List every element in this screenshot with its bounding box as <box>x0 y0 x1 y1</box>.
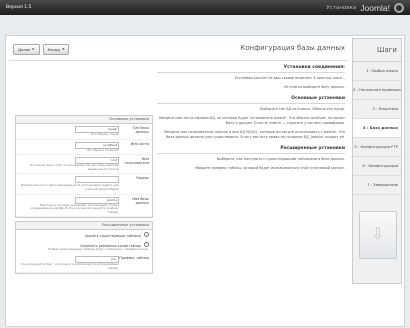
user-label: Имя пользователя <box>124 157 149 166</box>
nav-buttons: Далее ▸ Назад ◂ <box>13 44 70 55</box>
top-bar: Версия 1.5 Установка Joomla! <box>0 0 410 15</box>
advanced-settings-panel: Расширенные установки Удалить существующ… <box>15 221 153 275</box>
installer-page: Шаги 1 : Выбор языка 2 : Начальная прове… <box>5 35 405 327</box>
prefix-note: Не используйте 'bak_', поскольку он испо… <box>21 261 119 270</box>
password-note: Для безопасности сайта рекомендуется исп… <box>20 183 119 191</box>
drop-tables-option[interactable]: Удалить существующие таблицы <box>16 230 152 240</box>
settings-form: Основные установки mysql Это обычно 'mys… <box>15 115 153 277</box>
advanced-panel-title: Расширенные установки <box>16 222 152 231</box>
user-row: root Это может быть 'root' по умолчанию … <box>16 155 152 175</box>
version-label: Версия 1.5 <box>6 5 32 10</box>
password-label: Пароль <box>135 176 149 181</box>
host-note: Это обычно 'localhost' <box>86 147 119 152</box>
basic-text-1: Выберите тип БД из списка. Обычно это my… <box>260 107 345 111</box>
password-input[interactable] <box>75 176 119 184</box>
prev-label: Назад <box>47 47 60 52</box>
basic-settings-panel: Основные установки mysql Это обычно 'mys… <box>15 115 153 219</box>
db-type-note: Это обычно 'mysql' <box>91 132 119 136</box>
connection-text: Установка Joomla! на ваш сервер включает… <box>234 76 345 80</box>
step-configuration: 6 : Конфигурация <box>353 157 401 176</box>
dbname-label: Имя базы данных <box>132 196 149 205</box>
advanced-text-2: Введите префикс таблиц, который будет ис… <box>195 166 345 170</box>
step-license: 3 : Лицензия <box>353 100 401 119</box>
joomla-logo-icon <box>394 2 404 13</box>
content-header: Далее ▸ Назад ◂ Конфигурация базы данных <box>9 38 349 61</box>
dbname-row: joomla Некоторые хостеры разрешают испол… <box>16 195 152 218</box>
db-type-label: Тип базы данных <box>132 126 149 134</box>
step-database: 4 : База данных <box>353 119 401 138</box>
next-button[interactable]: Далее ▸ <box>13 44 40 55</box>
basic-panel-title: Основные установки <box>16 116 152 124</box>
db-type-row: mysql Это обычно 'mysql' Тип базы данных <box>16 124 152 140</box>
prefix-label: Префикс таблиц <box>119 255 149 260</box>
page-title: Конфигурация базы данных <box>240 44 345 52</box>
connection-title: Установки соединения: <box>157 65 345 73</box>
step-finish: 7 : Завершение <box>353 176 401 195</box>
host-label: Имя хоста <box>130 141 149 146</box>
main-content: Далее ▸ Назад ◂ Конфигурация базы данных… <box>9 38 349 324</box>
step-precheck: 2 : Начальная проверка <box>353 81 401 100</box>
step-language: 1 : Выбор языка <box>353 62 401 81</box>
connection-text-2: Из списка выберите базу данных. <box>284 85 345 89</box>
advanced-settings-title: Расширенные установки <box>157 146 345 154</box>
advanced-text-1: Выберите, как поступить с существующими … <box>216 157 345 161</box>
basic-text-2: Введите имя хоста сервера БД, на котором… <box>159 116 345 125</box>
joomla-logo: Установка Joomla! <box>326 2 404 13</box>
drop-tables-radio[interactable] <box>144 232 149 238</box>
backup-tables-option[interactable]: Сохранить резервные копии таблиц Любые с… <box>16 240 152 254</box>
backup-note: Любые существующие таблицы будут сохране… <box>48 247 149 252</box>
arrow-right-icon: ▸ <box>32 47 35 52</box>
next-label: Далее <box>18 47 31 52</box>
step-ftp: 5 : Конфигурация FTP <box>353 138 401 157</box>
drop-tables-label: Удалить существующие таблицы <box>84 234 141 239</box>
user-note: Это может быть 'root' по умолчанию или и… <box>30 163 119 171</box>
host-row: localhost Это обычно 'localhost' Имя хос… <box>16 140 152 156</box>
instructions-column: Установки соединения: Установка Joomla! … <box>157 65 345 177</box>
prefix-row: jos_ Не используйте 'bak_', поскольку он… <box>16 254 152 274</box>
prev-button[interactable]: Назад ◂ <box>42 44 70 55</box>
basic-text-3: Введите имя пользователя, пароль и имя Б… <box>164 130 345 139</box>
steps-title: Шаги <box>353 39 401 62</box>
install-box-icon <box>359 211 397 259</box>
dbname-note: Некоторые хостеры разрешают использовать… <box>30 202 120 214</box>
arrow-left-icon: ◂ <box>61 47 65 52</box>
logo-subtitle: Установка <box>326 4 357 11</box>
logo-text: Joomla! <box>360 2 390 13</box>
password-row: Для безопасности сайта рекомендуется исп… <box>16 174 152 195</box>
steps-sidebar: Шаги 1 : Выбор языка 2 : Начальная прове… <box>352 38 402 284</box>
basic-settings-title: Основные установки <box>157 96 345 104</box>
